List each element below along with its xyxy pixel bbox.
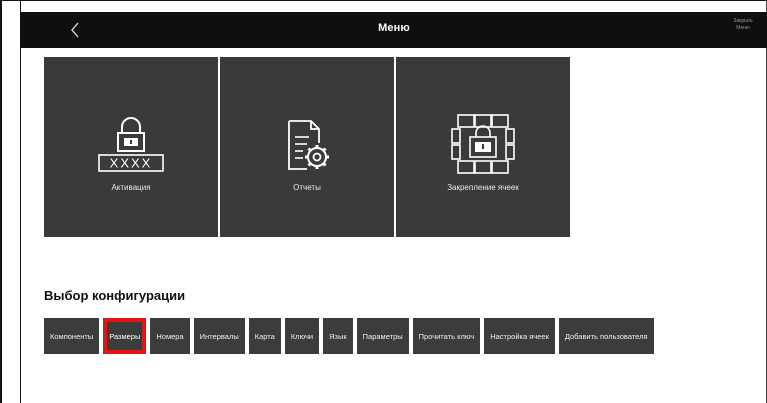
config-button-language[interactable]: Язык (323, 318, 353, 354)
config-button-sizes[interactable]: Размеры (103, 318, 147, 354)
button-label: Размеры (109, 331, 141, 341)
report-gear-icon (279, 105, 335, 177)
tile-activation-label: Активация (111, 183, 151, 192)
button-label: Карта (254, 331, 275, 341)
config-button-cell-settings[interactable]: Настройка ячеек (484, 318, 555, 354)
button-label: Язык (329, 331, 347, 341)
config-button-map[interactable]: Карта (248, 318, 281, 354)
button-label: Компоненты (50, 331, 94, 341)
page-title: Меню (378, 22, 410, 34)
button-label: Добавить пользователя (564, 331, 648, 341)
config-button-add-user[interactable]: Добавить пользователя (558, 318, 654, 354)
close-menu-button[interactable]: Закрыть Меню (731, 18, 755, 32)
lock-key-icon: XXXX (96, 105, 166, 177)
button-label: Номера (156, 331, 184, 341)
config-button-numbers[interactable]: Номера (150, 318, 190, 354)
config-button-read-key[interactable]: Прочитать ключ (412, 318, 481, 354)
tile-reports-label: Отчеты (293, 183, 321, 192)
config-button-keys[interactable]: Ключи (284, 318, 320, 354)
button-label: Интервалы (199, 331, 239, 341)
button-label: Настройка ячеек (490, 331, 549, 341)
config-button-intervals[interactable]: Интервалы (193, 318, 245, 354)
config-button-components[interactable]: Компоненты (44, 318, 100, 354)
top-bar: Меню Закрыть Меню (21, 12, 767, 48)
config-button-group: Компоненты Размеры Номера Интервалы Карт… (44, 318, 766, 354)
tile-activation[interactable]: XXXX Активация (44, 57, 218, 237)
button-label: Прочитать ключ (418, 331, 475, 341)
cell-lock-icon (448, 105, 518, 177)
menu-tiles: XXXX Активация Отчеты Закрепление ячеек (44, 57, 570, 237)
tile-reports[interactable]: Отчеты (220, 57, 394, 237)
button-label: Ключи (290, 331, 314, 341)
config-section-title: Выбор конфигурации (44, 288, 186, 303)
activation-code-text: XXXX (110, 156, 153, 171)
tile-cell-lock[interactable]: Закрепление ячеек (396, 57, 570, 237)
tile-cell-lock-label: Закрепление ячеек (447, 183, 519, 192)
button-label: Параметры (362, 331, 403, 341)
screen-edge (20, 0, 21, 403)
config-button-parameters[interactable]: Параметры (356, 318, 409, 354)
